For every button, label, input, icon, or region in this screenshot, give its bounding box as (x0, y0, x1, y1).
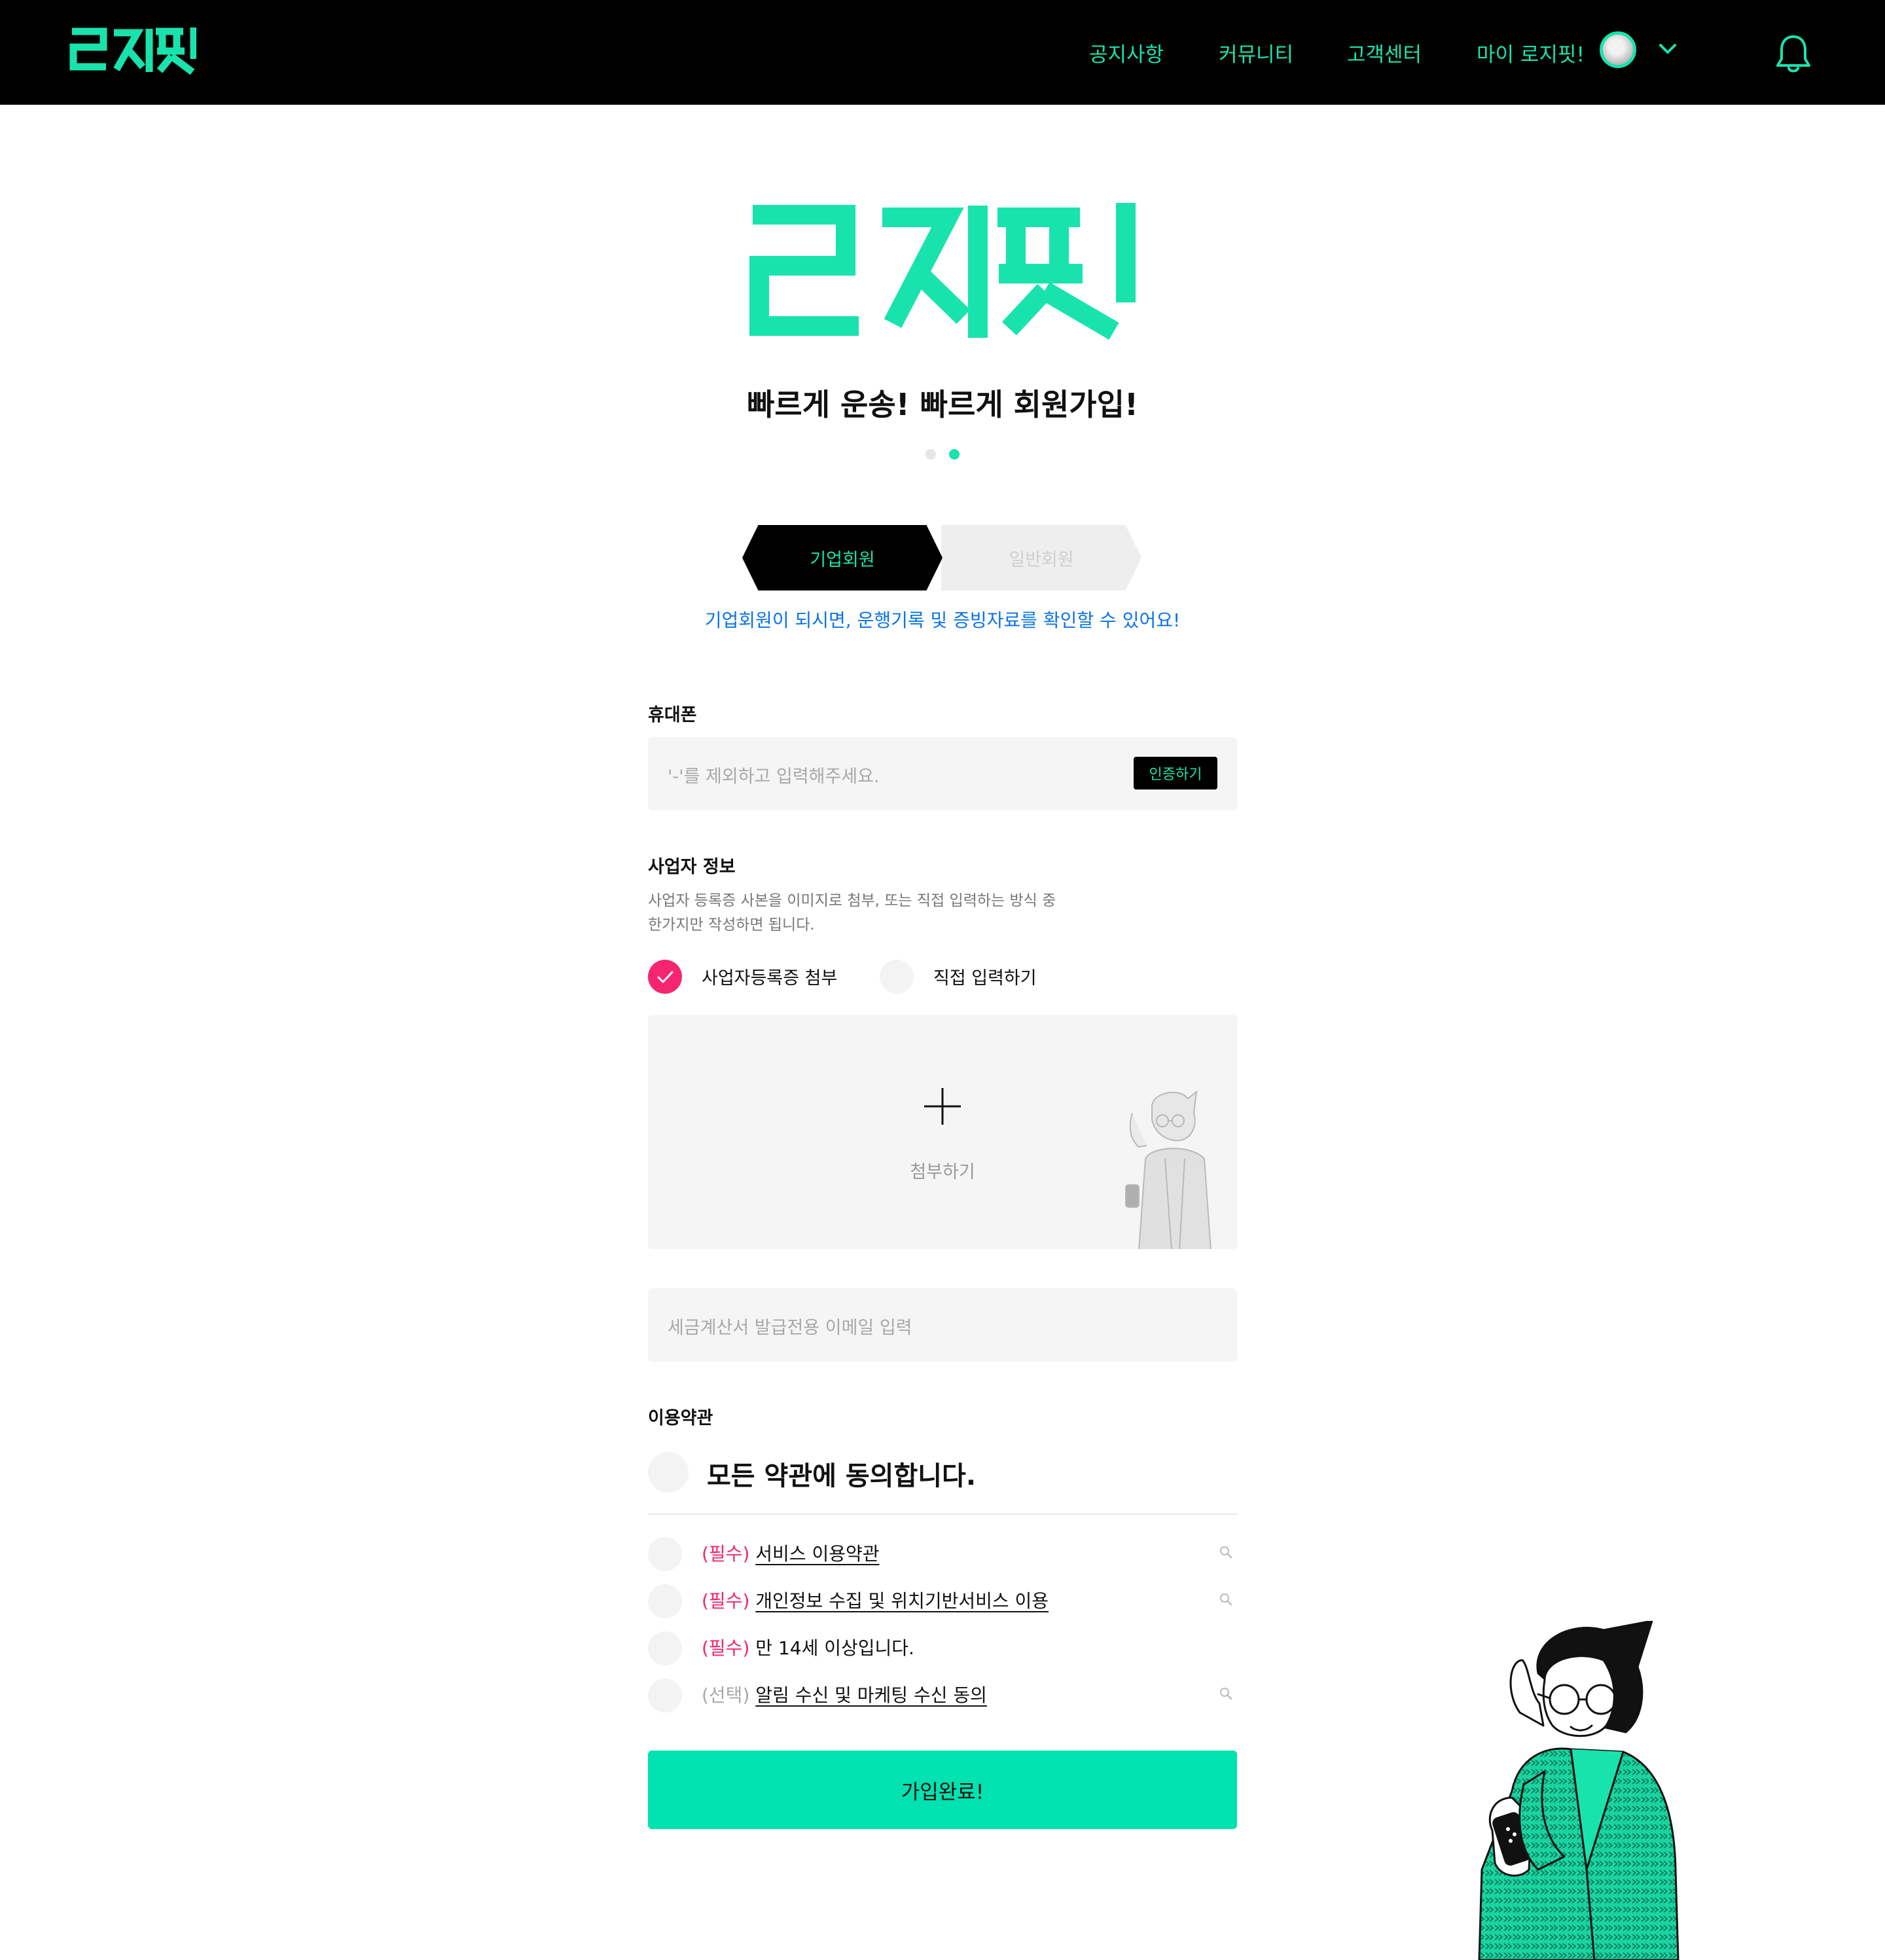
business-info-desc-line2: 한가지만 작성하면 됩니다. (648, 916, 815, 934)
nav-customer-center[interactable]: 고객센터 (1347, 38, 1422, 67)
carousel-dot-1[interactable] (925, 449, 936, 460)
signup-complete-button[interactable]: 가입완료! (648, 1751, 1237, 1829)
top-nav-bar: 공지사항 커뮤니티 고객센터 마이 로지핏! (0, 0, 1885, 105)
bell-icon[interactable] (1775, 33, 1812, 75)
user-avatar[interactable] (1600, 31, 1636, 68)
term-item-age: (필수) 만 14세 이상입니다. (702, 1634, 914, 1660)
character-illustration (1478, 1621, 1679, 1960)
radio-direct-input-label[interactable]: 직접 입력하기 (933, 964, 1037, 989)
check-icon (657, 971, 673, 983)
term-required-tag: (필수) (702, 1590, 750, 1612)
term-required-tag: (필수) (702, 1637, 750, 1659)
phone-label: 휴대폰 (648, 705, 697, 725)
agree-all-label[interactable]: 모든 약관에 동의합니다. (707, 1455, 976, 1493)
term-checkbox-marketing[interactable] (648, 1679, 682, 1713)
business-member-note: 기업회원이 되시면, 운행기록 및 증빙자료를 확인할 수 있어요! (704, 609, 1181, 631)
term-item-marketing: (선택) 알림 수신 및 마케팅 수신 동의 (702, 1681, 987, 1707)
term-required-tag: (필수) (702, 1543, 750, 1565)
term-item-service: (필수) 서비스 이용약관 (702, 1540, 880, 1566)
plus-icon (924, 1088, 961, 1125)
logofit-hero-logo (749, 203, 1136, 340)
term-link-marketing[interactable]: 알림 수신 및 마케팅 수신 동의 (755, 1684, 987, 1706)
term-link-privacy-location[interactable]: 개인정보 수집 및 위치기반서비스 이용 (755, 1590, 1049, 1612)
term-checkbox-age[interactable] (648, 1631, 682, 1665)
phone-input[interactable]: '-'를 제외하고 입력해주세요. 인증하기 (648, 737, 1237, 810)
tab-business-member[interactable]: 기업회원 (742, 525, 942, 590)
character-illustration-small (1125, 1090, 1212, 1249)
business-info-desc-line1: 사업자 등록증 사본을 이미지로 첨부, 또는 직접 입력하는 방식 중 (648, 892, 1056, 909)
business-info-label: 사업자 정보 (648, 857, 736, 877)
terms-divider (648, 1514, 1237, 1515)
search-icon[interactable] (1219, 1545, 1233, 1559)
agree-all-checkbox[interactable] (648, 1452, 689, 1493)
verify-button[interactable]: 인증하기 (1134, 757, 1217, 789)
tagline: 빠르게 운송! 빠르게 회원가입! (747, 387, 1138, 422)
email-placeholder: 세금계산서 발급전용 이메일 입력 (668, 1318, 912, 1338)
term-checkbox-service[interactable] (648, 1537, 682, 1571)
radio-attach-certificate-label[interactable]: 사업자등록증 첨부 (702, 964, 837, 989)
chevron-down-icon[interactable] (1659, 43, 1677, 55)
search-icon[interactable] (1219, 1592, 1233, 1606)
tab-general-member[interactable]: 일반회원 (941, 525, 1141, 590)
term-age-text: 만 14세 이상입니다. (755, 1637, 914, 1659)
phone-placeholder: '-'를 제외하고 입력해주세요. (668, 767, 880, 787)
certificate-upload-area[interactable]: 첨부하기 (648, 1015, 1237, 1249)
search-icon[interactable] (1219, 1686, 1233, 1701)
radio-attach-certificate[interactable] (648, 960, 682, 994)
terms-label: 이용약관 (648, 1408, 713, 1428)
radio-direct-input[interactable] (880, 960, 914, 994)
term-optional-tag: (선택) (702, 1684, 750, 1706)
term-item-privacy-location: (필수) 개인정보 수집 및 위치기반서비스 이용 (702, 1587, 1049, 1613)
nav-community[interactable]: 커뮤니티 (1219, 38, 1293, 67)
logofit-logo[interactable] (68, 26, 196, 76)
carousel-dot-2-active[interactable] (949, 449, 960, 460)
nav-notice[interactable]: 공지사항 (1089, 38, 1164, 67)
tax-invoice-email-input[interactable]: 세금계산서 발급전용 이메일 입력 (648, 1288, 1237, 1362)
nav-my-logifit[interactable]: 마이 로지핏! (1477, 38, 1585, 67)
term-checkbox-privacy-location[interactable] (648, 1584, 682, 1618)
term-link-service[interactable]: 서비스 이용약관 (755, 1543, 879, 1565)
